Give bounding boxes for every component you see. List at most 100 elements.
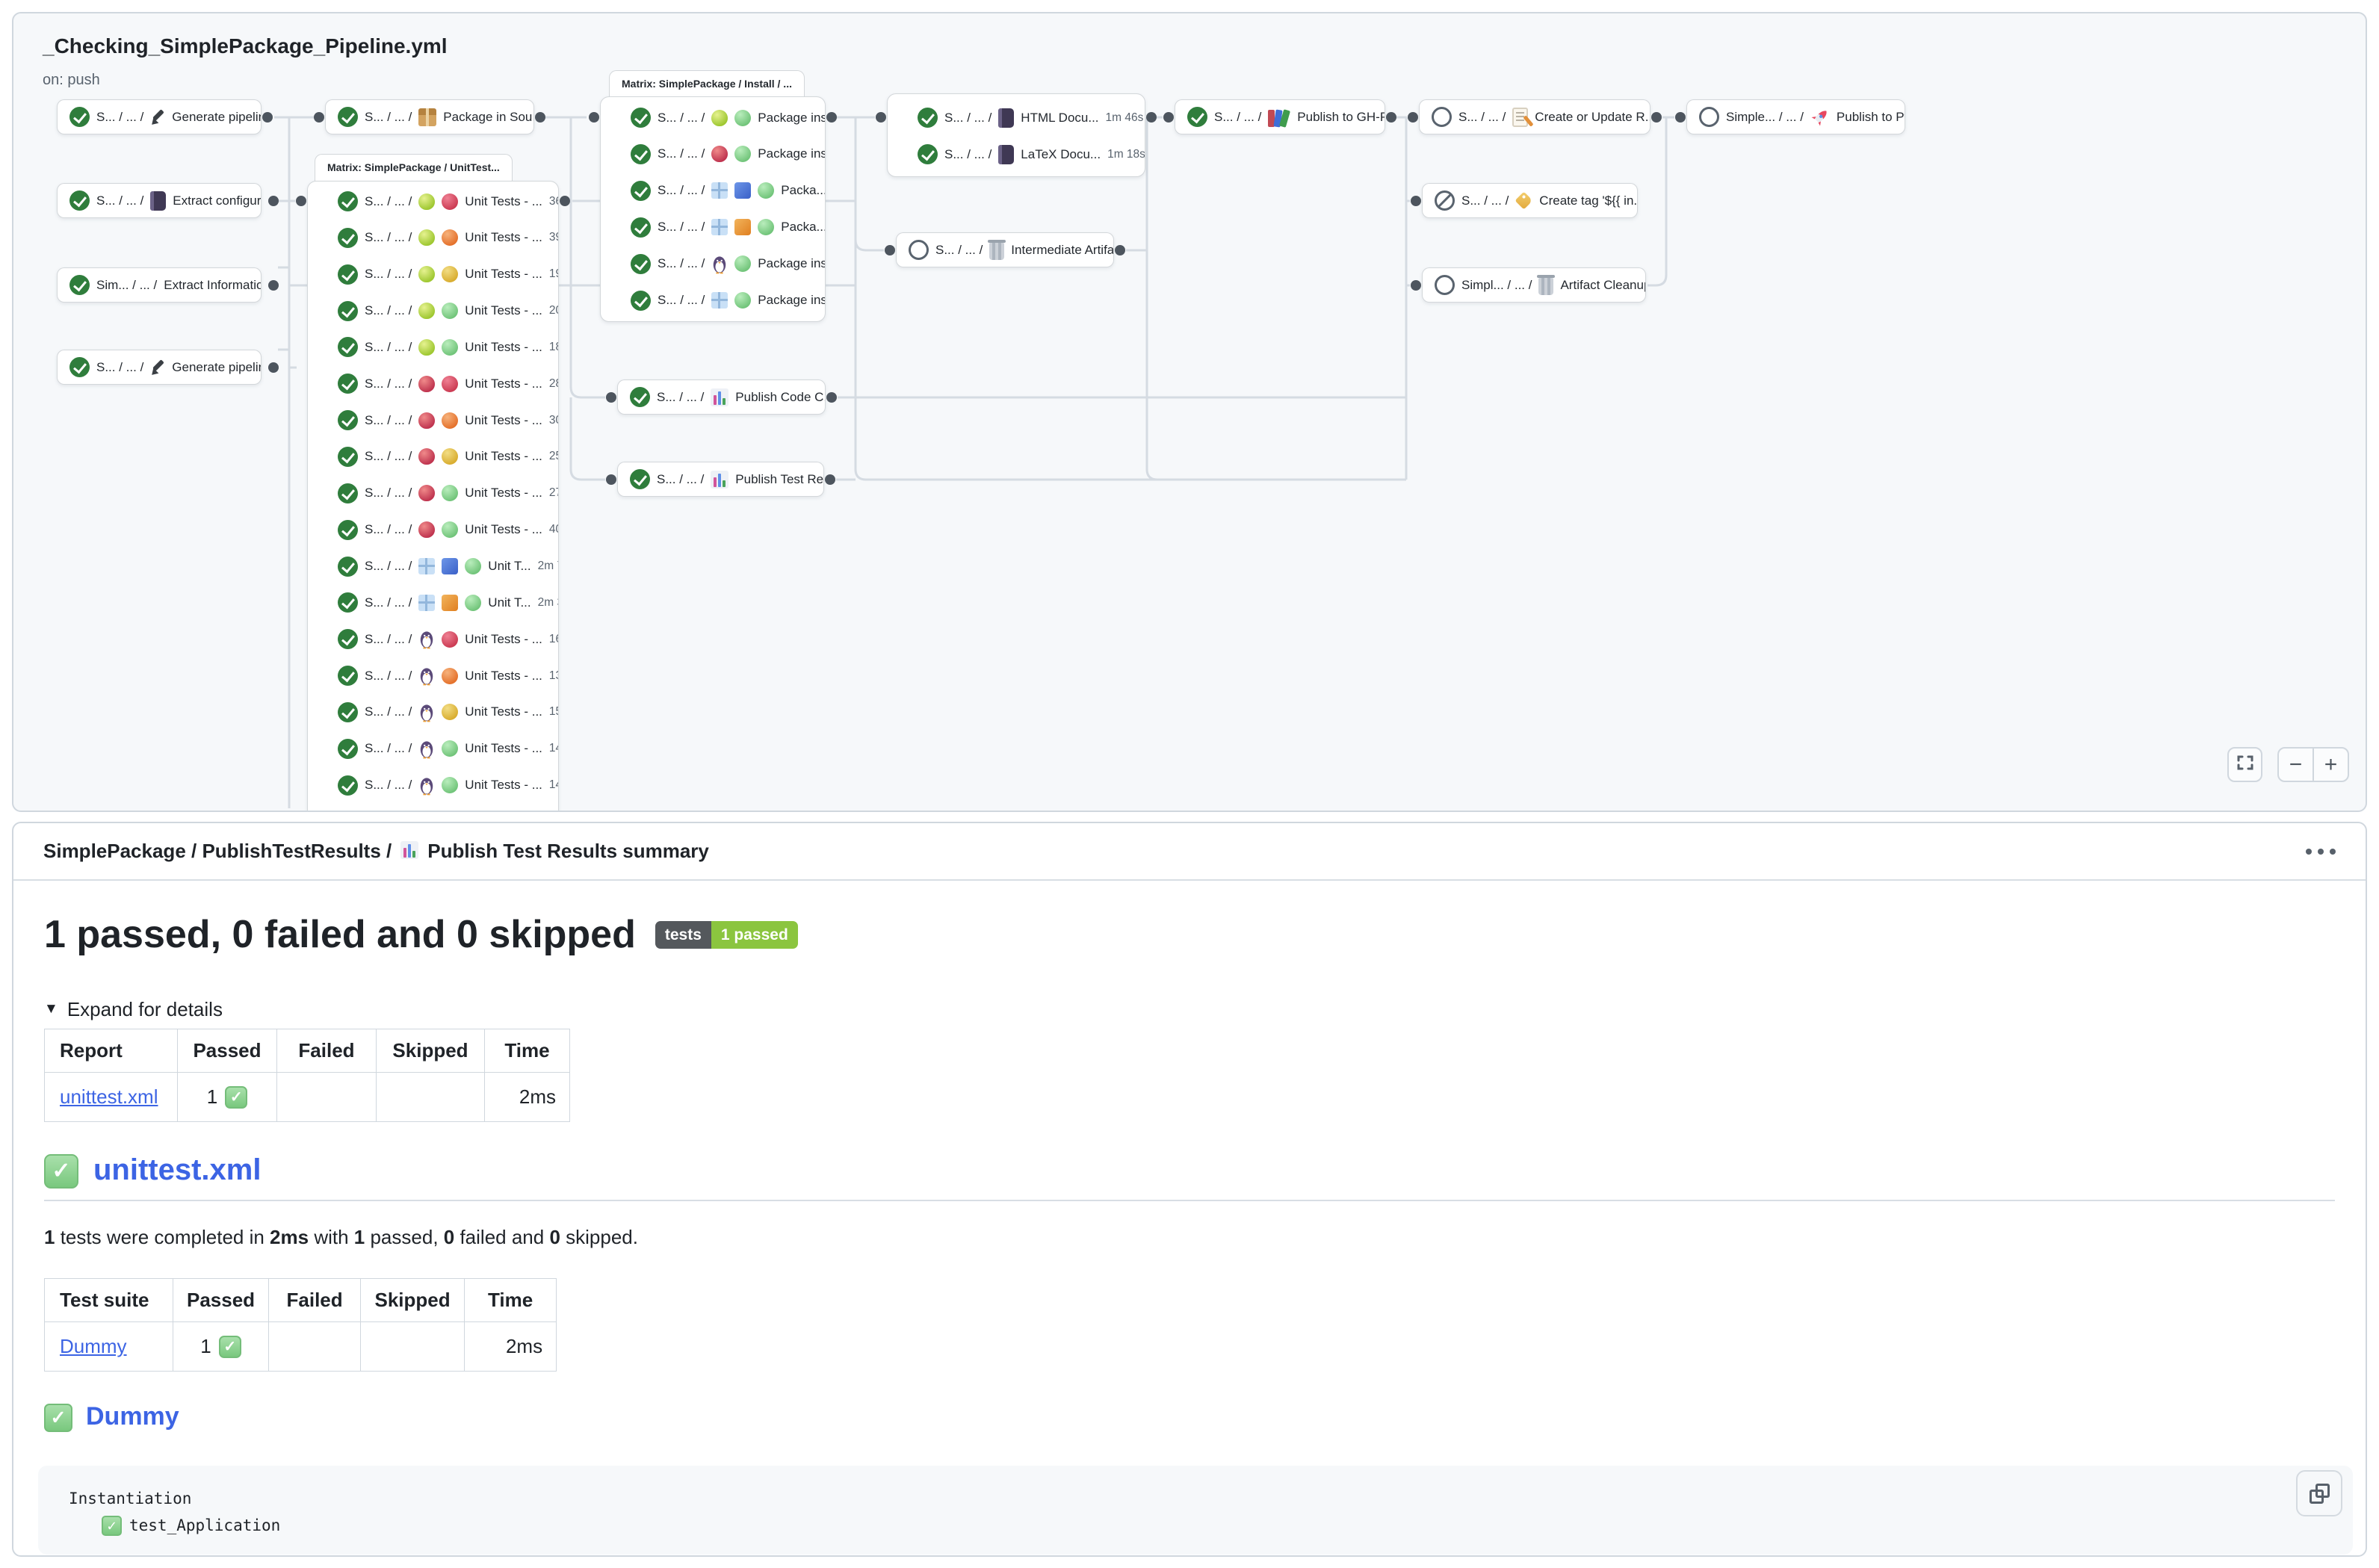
table-cell: [377, 1073, 485, 1122]
workflow-job-node[interactable]: S... / ... /Unit T...2m 3s: [308, 585, 558, 620]
workflow-job-node[interactable]: S... / ... /Generate pipelin...4s: [57, 350, 262, 385]
suite-heading-link[interactable]: Dummy: [86, 1398, 179, 1434]
column-header: Failed: [269, 1279, 361, 1322]
zoom-out-button[interactable]: −: [2279, 749, 2314, 781]
job-duration: 15s: [549, 705, 558, 719]
workflow-job-node[interactable]: S... / ... /Packa...1m 48s: [601, 210, 825, 245]
dot-yellow-icon: [442, 448, 458, 465]
fullscreen-button[interactable]: [2227, 747, 2262, 782]
report-link[interactable]: unittest.xml: [60, 1085, 158, 1108]
workflow-job-node[interactable]: S... / ... /HTML Docu...1m 46s: [888, 100, 1145, 135]
books-icon: [1268, 108, 1290, 127]
check-badge-icon: ✓: [225, 1086, 247, 1109]
workflow-job-node[interactable]: S... / ... /Unit Tests - ...27s: [308, 476, 558, 511]
check-badge-icon: ✓: [102, 1516, 122, 1536]
workflow-job-node[interactable]: S... / ... /Unit Tests - ...16s: [308, 622, 558, 657]
workflow-job-node[interactable]: S... / ... /Publish Test Re...14s: [617, 462, 824, 497]
workflow-job-node[interactable]: S... / ... /Package in Sou...18s: [325, 99, 534, 134]
job-duration: 14s: [549, 778, 558, 792]
barchart-icon: [400, 840, 418, 863]
workflow-job-node[interactable]: S... / ... /Package inst...9s: [601, 247, 825, 282]
file-heading: ✓ unittest.xml: [44, 1149, 2335, 1201]
job-label: Create tag '${{ in...: [1539, 193, 1637, 208]
success-status-icon: [338, 107, 358, 127]
penguin-icon: [418, 629, 435, 649]
workflow-job-node[interactable]: S... / ... /Packa...1m 45s: [601, 173, 825, 208]
success-status-icon: [338, 775, 358, 796]
barchart-icon: [711, 388, 728, 406]
workflow-job-node[interactable]: S... / ... /Extract configur...6s: [57, 183, 262, 218]
job-prefix: S... / ... /: [365, 340, 412, 355]
file-summary-text: 1 tests were completed in 2ms with 1 pas…: [44, 1222, 2335, 1252]
workflow-job-node[interactable]: S... / ... /Unit T...2m 7s: [308, 549, 558, 584]
green-apple-icon: [418, 339, 435, 356]
job-label: Publish to PyPI: [1837, 110, 1905, 125]
workflow-job-node[interactable]: Sim... / ... /Extract Information4s: [57, 267, 262, 303]
workflow-job-node[interactable]: S... / ... /Package ins...22s: [601, 283, 825, 318]
penguin-icon: [711, 254, 728, 274]
job-duration: 1m 18s: [1107, 148, 1145, 161]
breadcrumb: SimplePackage / PublishTestResults / Pub…: [43, 840, 709, 863]
workflow-job-node[interactable]: S... / ... /Publish Code C...22s: [617, 379, 826, 415]
job-prefix: S... / ... /: [365, 230, 412, 245]
workflow-job-node[interactable]: S... / ... /Unit Tests - ...39s: [308, 220, 558, 255]
workflow-job-node[interactable]: Simple... / ... / Publish to PyPI: [1686, 99, 1905, 134]
dot-orange-icon: [442, 229, 458, 246]
copy-button[interactable]: [2296, 1470, 2342, 1516]
results-heading: 1 passed, 0 failed and 0 skipped tests 1…: [44, 911, 2335, 958]
job-prefix: S... / ... /: [1214, 110, 1261, 125]
dot-green-icon: [734, 146, 751, 162]
windows-icon: [711, 182, 728, 199]
job-prefix: S... / ... /: [365, 110, 412, 125]
workflow-job-node[interactable]: S... / ... /Package ins...14s: [601, 137, 825, 172]
report-link[interactable]: Dummy: [60, 1335, 127, 1357]
job-label: Generate pipelin...: [172, 110, 261, 125]
job-prefix: S... / ... /: [365, 522, 412, 537]
job-label: Unit Tests - ...: [465, 449, 542, 464]
workflow-job-node[interactable]: S... / ... /Unit Tests - ...40s: [308, 512, 558, 548]
job-prefix: S... / ... /: [365, 413, 412, 428]
job-label: Generate pipelin...: [172, 360, 261, 375]
workflow-job-node[interactable]: S... / ... /Package ins...11s: [601, 100, 825, 135]
workflow-job-node[interactable]: S... / ... /LaTeX Docu...1m 18s: [888, 137, 1145, 172]
workflow-job-node[interactable]: S... / ... /Unit Tests - ...30s: [308, 403, 558, 438]
dot-green-icon: [442, 777, 458, 793]
job-prefix: S... / ... /: [935, 243, 983, 258]
job-label: Package ins...: [758, 111, 825, 125]
job-label: Unit T...: [488, 559, 530, 574]
workflow-job-node[interactable]: S... / ... /Intermediate Artifa...: [896, 232, 1114, 267]
skipped-status-icon: [909, 240, 929, 260]
skipped-status-icon: [1432, 107, 1452, 127]
success-status-icon: [69, 357, 90, 377]
expand-summary[interactable]: ▼ Expand for details: [44, 996, 2335, 1023]
notebook-icon: [150, 191, 166, 211]
workflow-job-node[interactable]: Simpl... / ... /Artifact Cleanup: [1422, 267, 1646, 303]
workflow-job-node[interactable]: S... / ... /Unit Tests - ...36s: [308, 184, 558, 219]
green-apple-icon: [711, 110, 728, 126]
workflow-job-node[interactable]: S... / ... /Unit Tests - ...13s: [308, 658, 558, 693]
workflow-job-node[interactable]: S... / ... /Publish to GH-P...7s: [1175, 99, 1385, 134]
workflow-job-node[interactable]: S... / ... /Create or Update R...: [1419, 99, 1651, 134]
red-apple-icon: [418, 448, 435, 465]
success-status-icon: [338, 629, 358, 649]
expand-details: ▼ Expand for details ReportPassedFailedS…: [44, 996, 2335, 1122]
kebab-menu-icon[interactable]: [2306, 849, 2336, 855]
job-prefix: Simple... / ... /: [1726, 110, 1804, 125]
workflow-job-node[interactable]: S... / ... /Generate pipelin...3s: [57, 99, 262, 134]
test-output-code-block: Instantiation✓test_Application: [38, 1466, 2353, 1555]
workflow-job-node[interactable]: S... / ... /Create tag '${{ in...0s: [1422, 183, 1638, 218]
workflow-job-node[interactable]: S... / ... /Unit Tests - ...25s: [308, 439, 558, 474]
workflow-job-node[interactable]: S... / ... /Unit Tests - ...18s: [308, 329, 558, 365]
job-label: Package inst...: [758, 256, 825, 271]
file-heading-link[interactable]: unittest.xml: [93, 1149, 261, 1191]
workflow-job-node[interactable]: S... / ... /Unit Tests - ...20s: [308, 294, 558, 329]
code-line: Instantiation: [69, 1485, 2353, 1512]
penguin-icon: [418, 666, 435, 686]
workflow-job-node[interactable]: S... / ... /Unit Tests - ...14s: [308, 768, 558, 803]
dot-green-icon: [465, 595, 481, 611]
workflow-job-node[interactable]: S... / ... /Unit Tests - ...14s: [308, 731, 558, 766]
workflow-job-node[interactable]: S... / ... /Unit Tests - ...19s: [308, 257, 558, 292]
workflow-job-node[interactable]: S... / ... /Unit Tests - ...28s: [308, 366, 558, 401]
workflow-job-node[interactable]: S... / ... /Unit Tests - ...15s: [308, 695, 558, 730]
zoom-in-button[interactable]: +: [2314, 749, 2348, 781]
